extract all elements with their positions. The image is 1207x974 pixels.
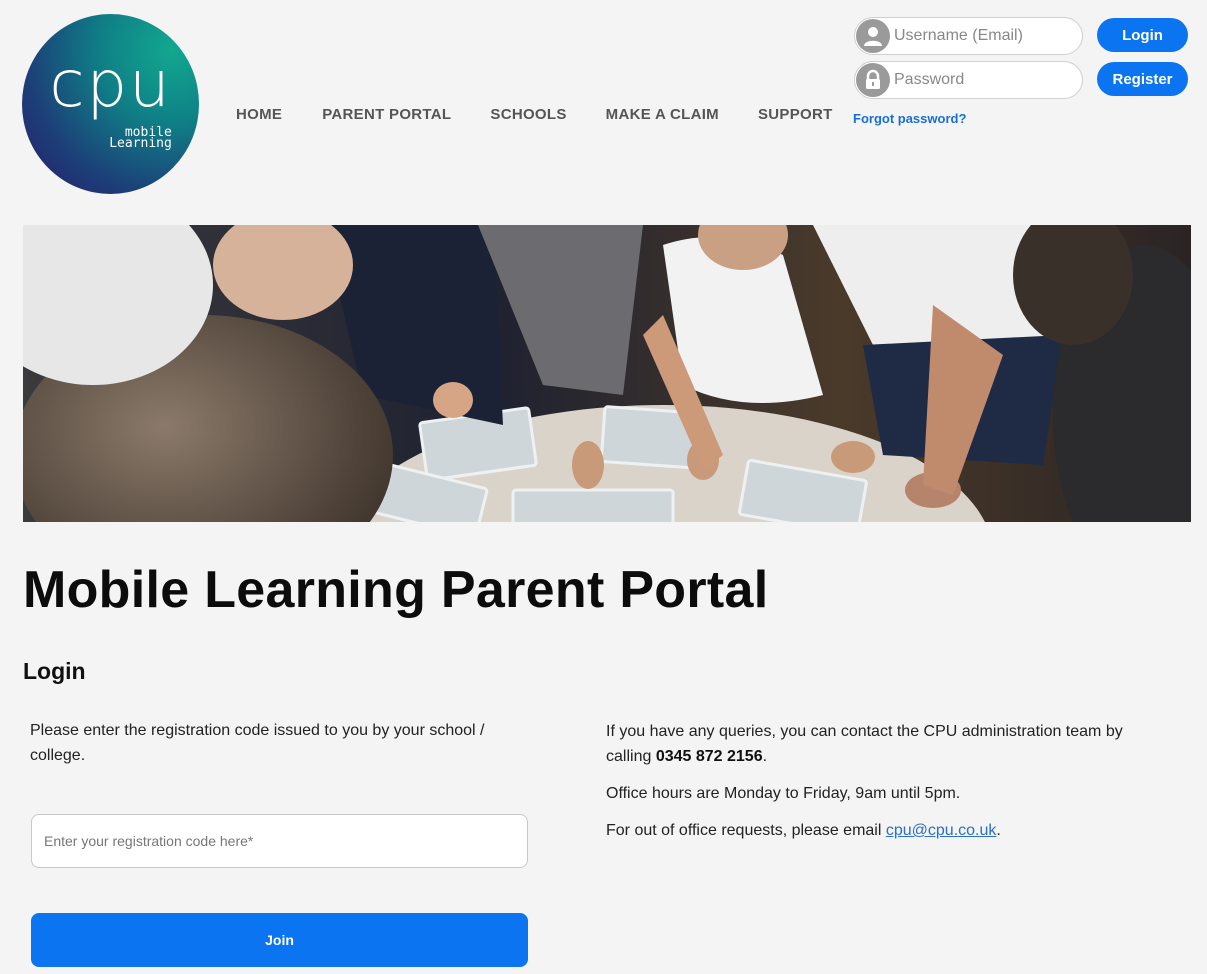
username-input[interactable] (894, 27, 1074, 45)
registration-code-input[interactable] (31, 814, 528, 868)
contact-phone: 0345 872 2156 (655, 748, 763, 765)
logo-text: cpu (49, 48, 172, 122)
logo-subtext: mobile Learning (109, 126, 172, 151)
login-button[interactable]: Login (1097, 18, 1188, 52)
login-section-title: Login (23, 658, 86, 684)
user-icon (856, 19, 890, 53)
nav-item-home[interactable]: HOME (236, 106, 282, 123)
hero-image (23, 225, 1191, 522)
office-hours-text: Office hours are Monday to Friday, 9am u… (606, 785, 961, 802)
logo-subtext-line2: Learning (109, 136, 172, 151)
contact-line1-suffix: . (762, 748, 768, 765)
username-field-wrapper (854, 17, 1083, 55)
lock-icon (856, 63, 890, 97)
out-of-office-text: For out of office requests, please email… (606, 818, 1146, 843)
email-suffix: . (996, 822, 1001, 839)
forgot-password-link[interactable]: Forgot password? (853, 111, 966, 126)
password-field-wrapper (854, 61, 1083, 99)
nav-item-schools[interactable]: SCHOOLS (490, 106, 566, 123)
registration-instructions: Please enter the registration code issue… (30, 722, 485, 764)
join-button[interactable]: Join (31, 913, 528, 967)
cpu-logo[interactable]: cpu mobile Learning (22, 14, 199, 194)
nav-item-parent-portal[interactable]: PARENT PORTAL (322, 106, 451, 123)
email-prefix: For out of office requests, please email (606, 822, 886, 839)
password-input[interactable] (894, 71, 1074, 89)
email-link[interactable]: cpu@cpu.co.uk (886, 822, 997, 839)
main-nav: HOME PARENT PORTAL SCHOOLS MAKE A CLAIM … (236, 106, 833, 123)
nav-item-make-a-claim[interactable]: MAKE A CLAIM (606, 106, 719, 123)
nav-item-support[interactable]: SUPPORT (758, 106, 833, 123)
page-title: Mobile Learning Parent Portal (23, 561, 769, 619)
register-button[interactable]: Register (1097, 62, 1188, 96)
contact-info: If you have any queries, you can contact… (606, 719, 1146, 855)
contact-queries-text: If you have any queries, you can contact… (606, 719, 1146, 769)
